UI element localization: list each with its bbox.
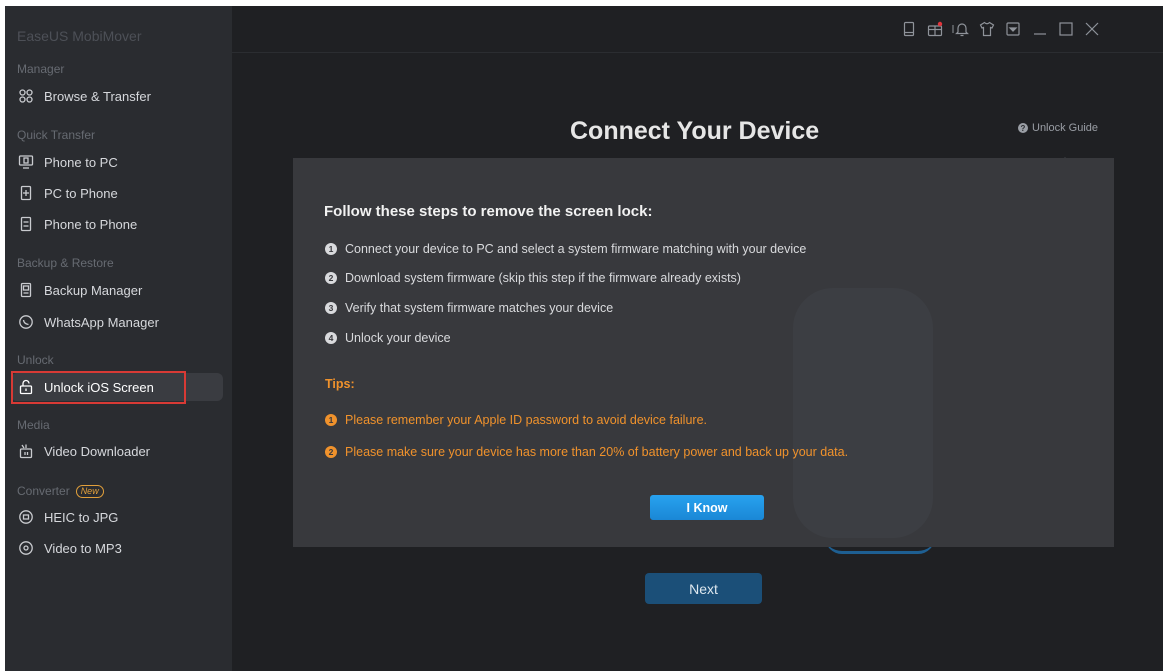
backup-icon xyxy=(20,282,32,298)
sidebar-item-label: Unlock iOS Screen xyxy=(44,379,154,395)
section-unlock: Unlock xyxy=(17,353,54,367)
section-media: Media xyxy=(17,418,50,432)
shirt-icon[interactable] xyxy=(979,21,995,37)
bell-icon[interactable] xyxy=(954,21,970,37)
sidebar-item-heic-to-jpg[interactable]: HEIC to JPG xyxy=(11,503,223,531)
sidebar-item-label: Phone to Phone xyxy=(44,216,138,232)
sidebar-item-label: Video Downloader xyxy=(44,443,150,459)
tip-item: 2 Please make sure your device has more t… xyxy=(325,445,848,459)
whatsapp-icon xyxy=(19,315,33,329)
sidebar-item-video-downloader[interactable]: Video Downloader xyxy=(11,437,223,465)
page-title: Connect Your Device xyxy=(570,117,820,145)
unlock-guide-label: Unlock Guide xyxy=(1032,122,1099,134)
tips-label: Tips: xyxy=(325,377,355,391)
device-illustration xyxy=(793,288,933,538)
section-backup-restore: Backup & Restore xyxy=(17,256,114,270)
device-icon[interactable] xyxy=(901,21,917,37)
section-converter: Converter New xyxy=(17,484,104,498)
sidebar-item-whatsapp-manager[interactable]: WhatsApp Manager xyxy=(11,308,223,336)
pc-to-phone-icon xyxy=(20,185,32,201)
unlock-guide-link[interactable]: ? Unlock Guide xyxy=(1018,122,1098,134)
step-item: 2 Download system firmware (skip this ste… xyxy=(325,271,741,285)
browse-icon xyxy=(19,89,33,103)
separator xyxy=(945,21,954,37)
tip-text: Please remember your Apple ID password t… xyxy=(345,413,707,427)
sidebar-item-label: HEIC to JPG xyxy=(44,509,119,525)
close-icon[interactable] xyxy=(1084,21,1100,37)
step-item: 3 Verify that system firmware matches you… xyxy=(325,301,613,315)
title-bar xyxy=(232,6,1163,53)
heic-icon xyxy=(19,510,33,524)
sidebar-item-pc-to-phone[interactable]: PC to Phone xyxy=(11,179,223,207)
video-mp3-icon xyxy=(19,541,33,555)
step-text: Unlock your device xyxy=(345,331,451,345)
unlock-steps-dialog: Follow these steps to remove the screen … xyxy=(293,158,1114,547)
app-window: EaseUS MobiMover Manager Browse & Transf… xyxy=(5,6,1163,671)
phone-to-phone-icon xyxy=(20,216,32,232)
sidebar-item-browse-transfer[interactable]: Browse & Transfer xyxy=(11,82,223,110)
sidebar-item-unlock-ios-screen[interactable]: Unlock iOS Screen xyxy=(11,373,223,401)
sidebar-item-backup-manager[interactable]: Backup Manager xyxy=(11,276,223,304)
sidebar-item-video-to-mp3[interactable]: Video to MP3 xyxy=(11,534,223,562)
sidebar-item-phone-to-pc[interactable]: Phone to PC xyxy=(11,148,223,176)
help-icon: ? xyxy=(1018,123,1028,133)
minimize-icon[interactable] xyxy=(1032,21,1048,37)
i-know-button[interactable]: I Know xyxy=(650,495,764,520)
dialog-heading: Follow these steps to remove the screen … xyxy=(324,203,653,220)
sidebar-item-label: Phone to PC xyxy=(44,154,118,170)
section-manager: Manager xyxy=(17,62,65,76)
step-text: Verify that system firmware matches your… xyxy=(345,301,614,315)
tip-item: 1 Please remember your Apple ID password … xyxy=(325,413,707,427)
step-text: Connect your device to PC and select a s… xyxy=(345,242,807,256)
sidebar-item-label: WhatsApp Manager xyxy=(44,314,159,330)
step-text: Download system firmware (skip this step… xyxy=(345,271,741,285)
phone-to-pc-icon xyxy=(18,155,34,169)
sidebar-item-label: PC to Phone xyxy=(44,185,118,201)
step-number-1: 1 xyxy=(325,243,337,255)
maximize-icon[interactable] xyxy=(1058,21,1074,37)
step-number-3: 3 xyxy=(325,302,337,314)
sidebar-item-label: Video to MP3 xyxy=(44,540,122,556)
tip-number-2: 2 xyxy=(325,446,337,458)
sidebar-item-label: Browse & Transfer xyxy=(44,88,151,104)
tip-text: Please make sure your device has more th… xyxy=(345,445,849,459)
sidebar: EaseUS MobiMover Manager Browse & Transf… xyxy=(5,6,232,671)
sidebar-item-phone-to-phone[interactable]: Phone to Phone xyxy=(11,210,223,238)
unlock-icon xyxy=(19,379,33,395)
section-converter-label: Converter xyxy=(17,484,70,498)
step-number-4: 4 xyxy=(325,332,337,344)
section-quick-transfer: Quick Transfer xyxy=(17,128,96,142)
next-button[interactable]: Next xyxy=(645,573,762,604)
sidebar-item-label: Backup Manager xyxy=(44,282,143,298)
tip-number-1: 1 xyxy=(325,414,337,426)
app-title: EaseUS MobiMover xyxy=(17,28,142,44)
step-item: 4 Unlock your device xyxy=(325,331,451,345)
video-downloader-icon xyxy=(19,444,33,459)
gift-icon[interactable] xyxy=(927,21,943,37)
dropdown-menu-icon[interactable] xyxy=(1005,21,1021,37)
new-badge: New xyxy=(75,485,104,498)
step-item: 1 Connect your device to PC and select a … xyxy=(325,242,806,256)
step-number-2: 2 xyxy=(325,272,337,284)
